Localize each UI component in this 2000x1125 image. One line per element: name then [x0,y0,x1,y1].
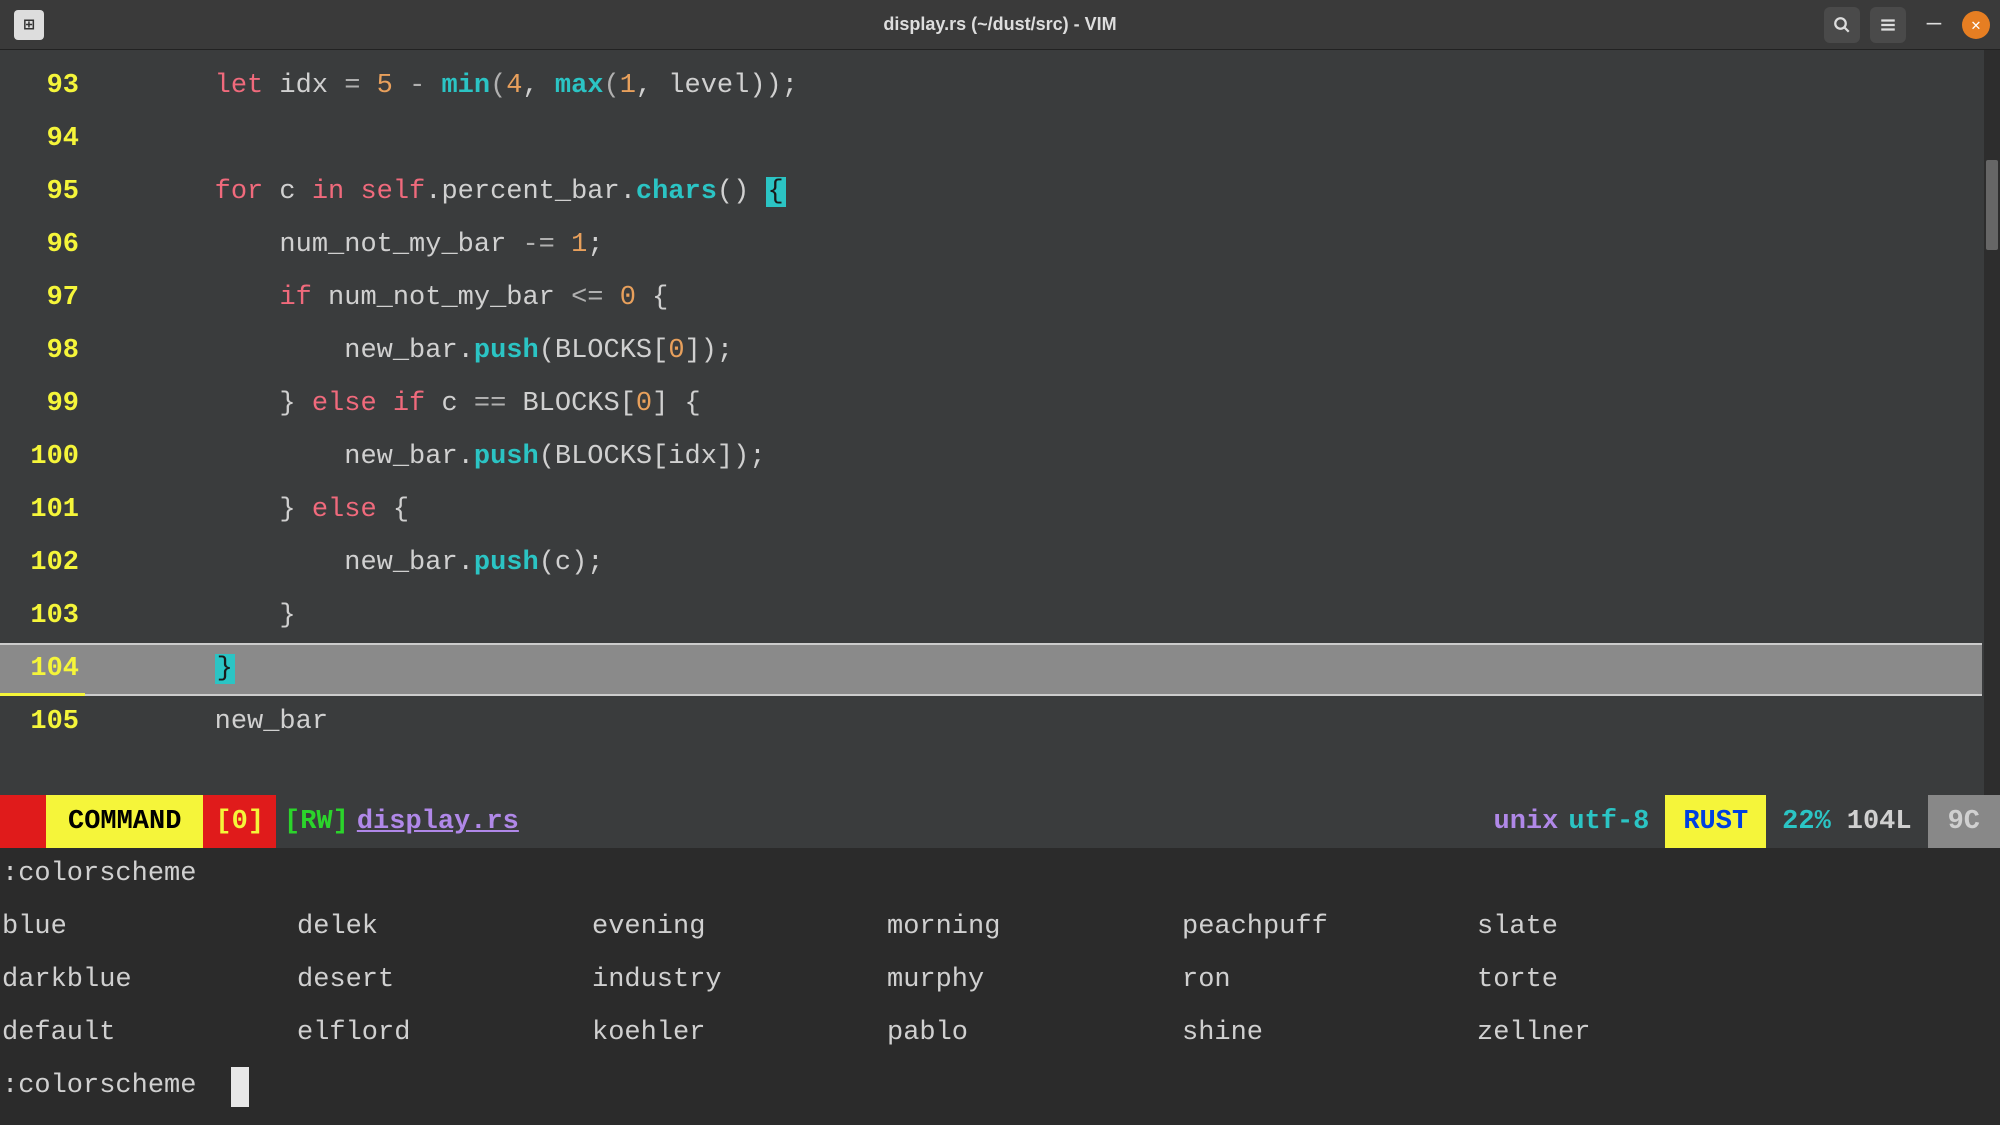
file-format: unix [1494,807,1569,837]
command-line[interactable]: :colorscheme [0,1060,2000,1113]
close-button[interactable]: ✕ [1962,11,1990,39]
line-number-gutter: 93949596979899100101102103104105 [0,50,85,749]
code-line[interactable]: } else { [85,484,1980,537]
code-line[interactable]: if num_not_my_bar <= 0 { [85,272,1980,325]
completion-list[interactable]: bluedelekeveningmorningpeachpuffslate dar… [0,901,2000,1060]
completion-item[interactable]: peachpuff [1182,901,1477,954]
code-line[interactable]: new_bar.push(BLOCKS[idx]); [85,431,1980,484]
code-line[interactable]: } [85,643,1980,696]
titlebar-controls: — ✕ [1824,7,1990,43]
completion-item[interactable]: darkblue [2,954,297,1007]
completion-item[interactable]: morning [887,901,1182,954]
line-number: 100 [0,431,85,484]
line-number: 96 [0,219,85,272]
scroll-percent: 22% [1766,807,1847,837]
status-indicator [0,795,46,848]
completion-item[interactable]: industry [592,954,887,1007]
code-line[interactable]: new_bar [85,696,1980,749]
code-line[interactable]: } else if c == BLOCKS[0] { [85,378,1980,431]
scrollbar-thumb[interactable] [1986,160,1998,250]
code-line[interactable]: let idx = 5 - min(4, max(1, level)); [85,60,1980,113]
editor-area[interactable]: 93949596979899100101102103104105 let idx… [0,50,2000,795]
vim-mode: COMMAND [46,795,203,848]
status-line: COMMAND [0] [RW] display.rs unix utf-8 R… [0,795,2000,848]
code-line[interactable] [85,113,1980,166]
file-encoding: utf-8 [1568,807,1665,837]
completion-item[interactable]: pablo [887,1007,1182,1060]
filename: display.rs [357,807,519,837]
hamburger-menu-icon[interactable] [1870,7,1906,43]
command-echo: :colorscheme [0,848,2000,901]
line-number: 97 [0,272,85,325]
completion-item[interactable]: ron [1182,954,1477,1007]
code-line[interactable]: } [85,590,1980,643]
readwrite-flag: [RW] [276,807,357,837]
completion-item[interactable]: slate [1477,901,1772,954]
window-title: display.rs (~/dust/src) - VIM [883,14,1116,35]
line-count: 104L [1847,807,1928,837]
cursor [231,1067,249,1107]
completion-item[interactable]: murphy [887,954,1182,1007]
completion-item[interactable]: shine [1182,1007,1477,1060]
line-number: 103 [0,590,85,643]
completion-item[interactable]: delek [297,901,592,954]
completion-item[interactable]: koehler [592,1007,887,1060]
line-number: 99 [0,378,85,431]
code-line[interactable]: for c in self.percent_bar.chars() { [85,166,1980,219]
completion-item[interactable]: torte [1477,954,1772,1007]
completion-item[interactable]: desert [297,954,592,1007]
filetype: RUST [1665,795,1766,848]
search-icon[interactable] [1824,7,1860,43]
line-number: 95 [0,166,85,219]
scrollbar[interactable] [1984,50,2000,795]
minimize-button[interactable]: — [1916,11,1952,38]
completion-item[interactable]: elflord [297,1007,592,1060]
line-number: 93 [0,60,85,113]
line-number: 105 [0,696,85,749]
app-icon: ⊞ [14,10,44,40]
code-line[interactable]: new_bar.push(BLOCKS[0]); [85,325,1980,378]
line-number: 94 [0,113,85,166]
column-number: 9C [1928,795,2000,848]
completion-item[interactable]: default [2,1007,297,1060]
code-line[interactable]: new_bar.push(c); [85,537,1980,590]
line-number: 101 [0,484,85,537]
completion-item[interactable]: blue [2,901,297,954]
titlebar: ⊞ display.rs (~/dust/src) - VIM — ✕ [0,0,2000,50]
code-text[interactable]: let idx = 5 - min(4, max(1, level)); for… [85,50,1980,749]
completion-item[interactable]: evening [592,901,887,954]
line-number: 102 [0,537,85,590]
code-line[interactable]: num_not_my_bar -= 1; [85,219,1980,272]
line-number: 98 [0,325,85,378]
buffer-number: [0] [203,795,276,848]
completion-item[interactable]: zellner [1477,1007,1772,1060]
command-input-text: :colorscheme [2,1060,213,1113]
line-number: 104 [0,643,85,696]
